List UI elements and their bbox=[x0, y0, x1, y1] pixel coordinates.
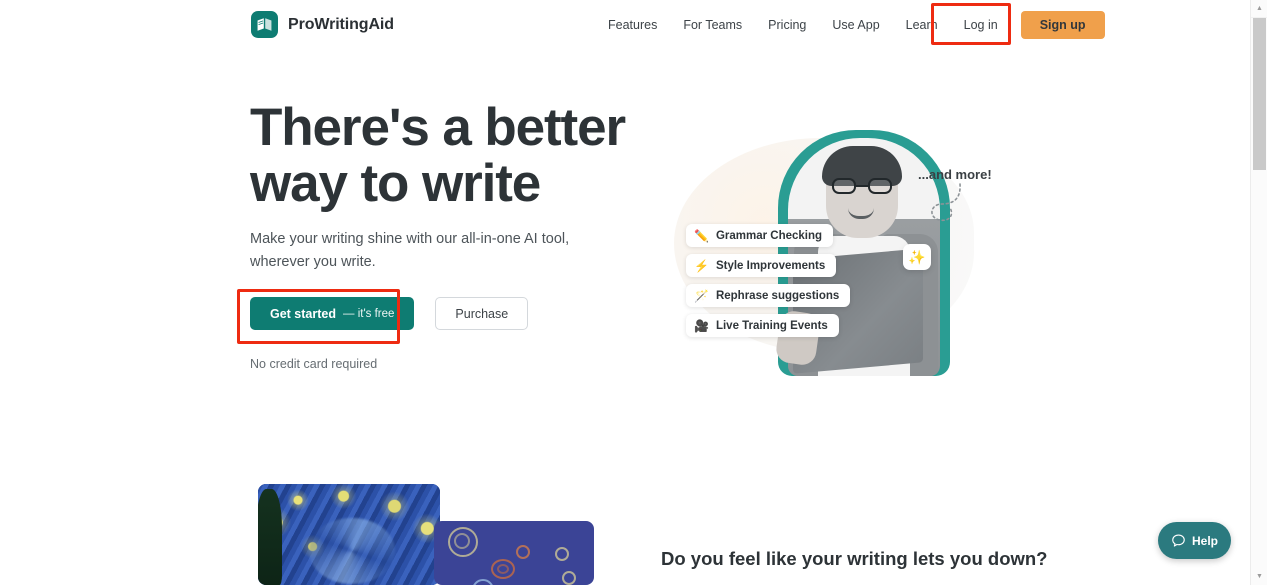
brand-logo-link[interactable]: ProWritingAid bbox=[251, 11, 394, 38]
feature-label: Rephrase suggestions bbox=[715, 289, 840, 302]
feature-label: Style Improvements bbox=[715, 259, 826, 272]
swirl-shape bbox=[497, 564, 509, 574]
nav-item-pricing[interactable]: Pricing bbox=[755, 0, 819, 50]
sparkles-icon: ✨ bbox=[903, 244, 931, 270]
get-started-button[interactable]: Get started — it's free bbox=[250, 297, 415, 330]
video-camera-icon: 🎥 bbox=[694, 318, 709, 333]
glasses-lens-left bbox=[832, 178, 856, 194]
get-started-free-suffix: — it's free bbox=[343, 307, 395, 320]
feature-label: Live Training Events bbox=[715, 319, 828, 332]
section-heading: Do you feel like your writing lets you d… bbox=[661, 548, 1048, 569]
chat-bubble-icon bbox=[1172, 534, 1185, 547]
nav-item-for-teams[interactable]: For Teams bbox=[670, 0, 755, 50]
sign-up-button[interactable]: Sign up bbox=[1020, 11, 1105, 39]
headline-line-1: There's a better bbox=[250, 98, 626, 157]
feature-pill-style-improvements: ⚡ Style Improvements bbox=[686, 254, 837, 277]
starry-night-image bbox=[258, 484, 440, 585]
starry-night-cypress bbox=[258, 489, 282, 585]
hero-cta-row: Get started — it's free Purchase bbox=[250, 297, 529, 330]
person-glasses bbox=[832, 178, 892, 194]
scroll-down-arrow-icon[interactable]: ▼ bbox=[1251, 568, 1267, 585]
pencil-icon: ✏️ bbox=[694, 228, 709, 243]
swirl-shape bbox=[472, 579, 494, 585]
nav-item-use-app[interactable]: Use App bbox=[819, 0, 892, 50]
scrollbar-thumb[interactable] bbox=[1253, 18, 1266, 170]
nav-item-log-in[interactable]: Log in bbox=[951, 0, 1011, 50]
brand-name: ProWritingAid bbox=[288, 15, 394, 33]
signup-wrapper: Sign up bbox=[1020, 11, 1105, 39]
lightning-icon: ⚡ bbox=[694, 258, 709, 273]
purchase-button[interactable]: Purchase bbox=[435, 297, 529, 330]
feature-pill-live-training-events: 🎥 Live Training Events bbox=[686, 314, 839, 337]
swirl-shape bbox=[516, 545, 530, 559]
feature-pill-grammar-checking: ✏️ Grammar Checking bbox=[686, 224, 834, 247]
feature-label: Grammar Checking bbox=[715, 229, 823, 242]
swirl-shape bbox=[562, 571, 576, 585]
magic-wand-icon: 🪄 bbox=[694, 288, 709, 303]
book-pages-icon bbox=[251, 11, 278, 38]
headline-line-2: way to write bbox=[250, 154, 541, 213]
help-widget-label: Help bbox=[1191, 533, 1218, 548]
feature-pill-list: ✏️ Grammar Checking ⚡ Style Improvements… bbox=[686, 224, 851, 337]
get-started-label: Get started bbox=[270, 306, 336, 321]
starry-night-swirl bbox=[308, 518, 395, 585]
nav-item-features[interactable]: Features bbox=[595, 0, 670, 50]
page-title: There's a better way to write bbox=[250, 100, 670, 212]
page-root: ProWritingAid Features For Teams Pricing… bbox=[0, 0, 1267, 585]
swirl-shape bbox=[454, 533, 470, 549]
hero-subheadline: Make your writing shine with our all-in-… bbox=[250, 231, 570, 270]
curved-dotted-arrow-icon bbox=[931, 183, 961, 222]
blue-swirls-card bbox=[434, 521, 594, 585]
nav-item-learn[interactable]: Learn bbox=[893, 0, 951, 50]
main-navigation: Features For Teams Pricing Use App Learn… bbox=[595, 0, 1105, 50]
glasses-bridge bbox=[856, 185, 868, 187]
scroll-up-arrow-icon[interactable]: ▲ bbox=[1251, 0, 1267, 17]
glasses-lens-right bbox=[868, 178, 892, 194]
help-widget-button[interactable]: Help bbox=[1158, 522, 1231, 559]
and-more-label: ...and more! bbox=[918, 167, 992, 182]
page-scrollbar[interactable]: ▲ ▼ bbox=[1250, 0, 1267, 585]
feature-pill-rephrase-suggestions: 🪄 Rephrase suggestions bbox=[686, 284, 851, 307]
swirl-shape bbox=[555, 547, 569, 561]
no-credit-card-note: No credit card required bbox=[250, 357, 378, 371]
site-header: ProWritingAid Features For Teams Pricing… bbox=[0, 0, 1250, 50]
